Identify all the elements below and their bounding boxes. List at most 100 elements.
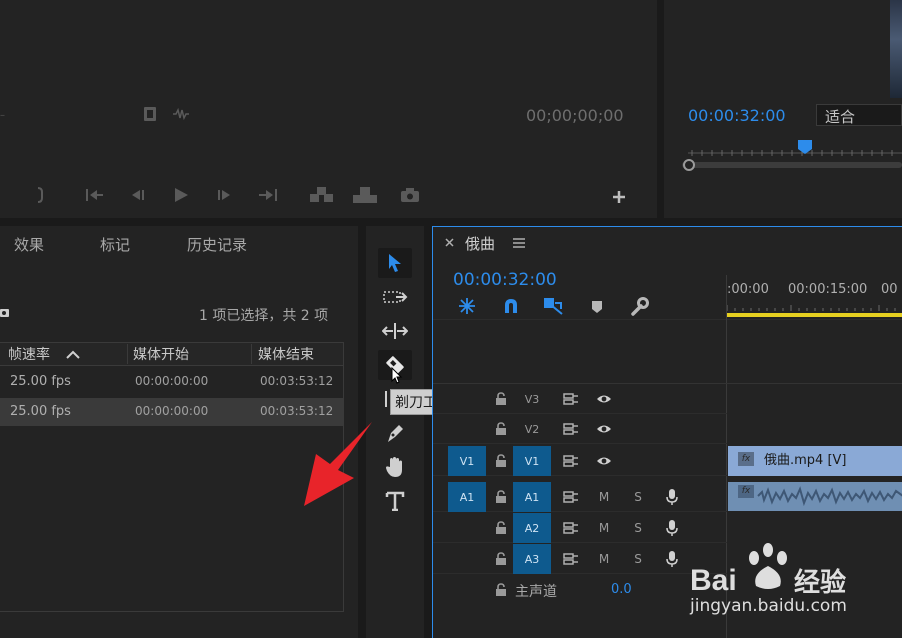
- solo-button[interactable]: S: [629, 544, 647, 574]
- zoom-scrollbar[interactable]: [682, 158, 902, 172]
- lock-icon[interactable]: [495, 490, 507, 504]
- microphone-icon[interactable]: [666, 488, 678, 506]
- pen-icon: [384, 422, 406, 444]
- track-target-a1[interactable]: A1: [513, 482, 551, 512]
- sync-lock-icon[interactable]: [563, 393, 579, 405]
- red-arrow-annotation-icon: [300, 418, 376, 510]
- source-patch-a1[interactable]: A1: [448, 482, 486, 512]
- go-to-in-icon[interactable]: [85, 188, 105, 202]
- add-button-icon[interactable]: [611, 189, 627, 205]
- wrench-icon[interactable]: [629, 297, 649, 317]
- ruler-label: 00: [881, 282, 898, 297]
- track-target-v1[interactable]: V1: [513, 446, 551, 476]
- tab-markers[interactable]: 标记: [100, 234, 130, 255]
- play-icon[interactable]: [172, 186, 190, 204]
- lock-icon[interactable]: [495, 521, 507, 535]
- microphone-icon[interactable]: [666, 550, 678, 568]
- track-header-v3: V3: [433, 384, 727, 414]
- insert-icon[interactable]: [309, 186, 335, 204]
- column-header-fps[interactable]: 帧速率: [8, 344, 50, 364]
- paw-logo-icon: [746, 542, 790, 592]
- playhead-marker[interactable]: [798, 140, 812, 154]
- overwrite-icon[interactable]: [352, 186, 378, 204]
- eye-icon[interactable]: [596, 455, 612, 467]
- ruler-label: :00:00: [727, 282, 769, 297]
- microphone-icon[interactable]: [666, 519, 678, 537]
- source-patch-v1[interactable]: V1: [448, 446, 486, 476]
- track-target-a3[interactable]: A3: [513, 544, 551, 574]
- edge-mark: –: [0, 110, 5, 121]
- sequence-tab-title[interactable]: 俄曲: [465, 233, 495, 254]
- video-clip-name: 俄曲.mp4 [V]: [764, 453, 847, 468]
- mute-button[interactable]: M: [595, 482, 613, 512]
- track-header-a3: A3 M S: [433, 544, 727, 574]
- mark-out-icon[interactable]: [35, 186, 45, 204]
- sync-lock-icon[interactable]: [563, 522, 579, 534]
- track-select-tool[interactable]: [378, 282, 412, 312]
- snap-magnet-icon[interactable]: [503, 297, 519, 315]
- step-back-icon[interactable]: [128, 188, 146, 202]
- timeline-timecode[interactable]: 00:00:32:00: [453, 270, 557, 290]
- linked-selection-icon[interactable]: [543, 297, 563, 315]
- step-forward-icon[interactable]: [216, 188, 234, 202]
- audio-clip[interactable]: fx: [728, 482, 902, 511]
- lock-icon[interactable]: [495, 454, 507, 468]
- work-area-bar[interactable]: [727, 313, 902, 317]
- go-to-out-icon[interactable]: [258, 188, 278, 202]
- tab-effects[interactable]: 效果: [14, 234, 44, 255]
- column-header-media-start[interactable]: 媒体开始: [133, 344, 189, 364]
- mute-button[interactable]: M: [595, 513, 613, 543]
- sync-lock-icon[interactable]: [563, 553, 579, 565]
- lock-icon[interactable]: [495, 583, 507, 597]
- lock-icon[interactable]: [495, 422, 507, 436]
- table-row[interactable]: 25.00 fps 00:00:00:00 00:03:53:12: [0, 398, 343, 426]
- solo-button[interactable]: S: [629, 513, 647, 543]
- ripple-edit-icon: [382, 322, 408, 340]
- ripple-edit-tool[interactable]: [378, 316, 412, 346]
- film-icon[interactable]: [143, 106, 157, 122]
- solo-button[interactable]: S: [629, 482, 647, 512]
- selection-tool[interactable]: [378, 248, 412, 278]
- eye-icon[interactable]: [596, 423, 612, 435]
- track-header-master: 主声道 0.0: [433, 575, 727, 605]
- column-divider[interactable]: [127, 344, 128, 364]
- track-target-v2[interactable]: V2: [513, 414, 551, 444]
- sort-ascending-icon[interactable]: [66, 350, 80, 359]
- mute-button[interactable]: M: [595, 544, 613, 574]
- nest-icon[interactable]: [458, 297, 476, 315]
- time-ruler[interactable]: :00:00 00:00:15:00 00: [727, 275, 902, 319]
- video-clip[interactable]: fx 俄曲.mp4 [V]: [728, 446, 902, 476]
- watermark-url: jingyan.baidu.com: [690, 596, 847, 616]
- pen-tool[interactable]: [378, 418, 412, 448]
- lock-icon[interactable]: [495, 552, 507, 566]
- fit-dropdown[interactable]: 适合: [816, 104, 902, 126]
- table-row[interactable]: 25.00 fps 00:00:00:00 00:03:53:12: [0, 368, 343, 396]
- type-tool[interactable]: [378, 486, 412, 516]
- track-target-v3[interactable]: V3: [513, 384, 551, 414]
- track-target-a2[interactable]: A2: [513, 513, 551, 543]
- baidu-watermark: Bai 经验 jingyan.baidu.com: [690, 540, 902, 620]
- eye-icon[interactable]: [596, 393, 612, 405]
- master-track-label: 主声道: [515, 584, 557, 600]
- source-timecode[interactable]: 00;00;00;00: [526, 106, 624, 125]
- master-volume-value[interactable]: 0.0: [611, 582, 632, 597]
- panel-menu-icon[interactable]: [513, 238, 525, 248]
- column-header-media-end[interactable]: 媒体结束: [258, 344, 314, 364]
- bin-icon[interactable]: [0, 308, 10, 318]
- cell-fps: 25.00 fps: [10, 374, 71, 389]
- sync-lock-icon[interactable]: [563, 455, 579, 467]
- tab-history[interactable]: 历史记录: [187, 234, 247, 255]
- lock-icon[interactable]: [495, 392, 507, 406]
- sync-lock-icon[interactable]: [563, 423, 579, 435]
- column-divider[interactable]: [251, 344, 252, 364]
- camera-icon[interactable]: [400, 187, 420, 203]
- add-marker-icon[interactable]: [591, 300, 603, 314]
- mouse-cursor-icon: [391, 367, 403, 385]
- program-timecode[interactable]: 00:00:32:00: [688, 106, 786, 125]
- waveform-icon[interactable]: [172, 108, 190, 120]
- sync-lock-icon[interactable]: [563, 491, 579, 503]
- cell-fps: 25.00 fps: [10, 404, 71, 419]
- hand-tool[interactable]: [378, 452, 412, 482]
- close-icon[interactable]: [445, 238, 454, 247]
- playhead-ruler[interactable]: [688, 147, 902, 157]
